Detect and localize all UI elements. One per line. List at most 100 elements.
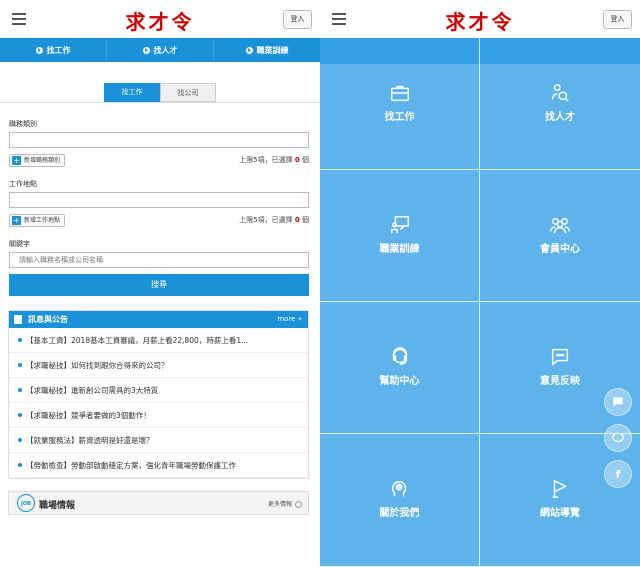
job-category-label: 職務類別 [9, 120, 37, 128]
search-button[interactable]: 搜尋 [9, 274, 309, 296]
quota-count: 0 [294, 216, 300, 224]
home-page: 求才令 登入 找工作 找人才 職業訓練 找工作 找公司 職務類別 + 新增職務類別… [0, 0, 320, 567]
quota-text: 上限5項，已選擇 [239, 216, 293, 224]
search-tabs: 找工作 找公司 [104, 83, 320, 102]
news-item[interactable]: 【基本工資】2018基本工資審議，月薪上看22,800，時薪上看1... [9, 328, 308, 353]
arrow-circle-icon [295, 501, 302, 508]
quota-text: 上限5項，已選擇 [239, 156, 293, 164]
quota-unit: 個 [302, 156, 309, 164]
news-item[interactable]: 【求職秘技】如何找到跟你合得來的公司？ [9, 353, 308, 378]
nav-label: 職業訓練 [256, 45, 289, 55]
play-dot-icon [142, 46, 150, 54]
menu-tile-find-job[interactable]: 找工作 [320, 38, 480, 170]
add-location-button[interactable]: + 新增工作地點 [9, 213, 66, 227]
play-dot-icon [245, 46, 253, 54]
bullet-icon [18, 413, 22, 417]
tab-find-company[interactable]: 找公司 [160, 83, 216, 102]
category-quota: 上限5項，已選擇 0 個 [239, 155, 309, 165]
menu-tile-label: 意見反映 [540, 376, 580, 387]
menu-open-page: 求才令 登入 找工作 找人才 職業訓練 會員中心 幫助中心 意見反映 關於我們 … [320, 0, 640, 567]
bullet-icon [18, 438, 22, 442]
menu-tile-find-talent[interactable]: 找人才 [480, 38, 640, 170]
menu-tile-label: 關於我們 [379, 508, 420, 519]
news-text: 【求職秘技】競爭者要做的3個動作！ [26, 410, 151, 420]
menu-tile-about[interactable]: 關於我們 [320, 434, 480, 567]
nav-find-job[interactable]: 找工作 [0, 38, 107, 62]
header: 求才令 登入 [320, 0, 640, 38]
news-text: 【基本工資】2018基本工資審議，月薪上看22,800，時薪上看1... [26, 335, 249, 345]
quota-unit: 個 [302, 216, 309, 224]
news-item[interactable]: 【就業服務法】薪資透明是好還是壞？ [9, 428, 308, 453]
job-icon: JOB [17, 494, 35, 512]
nav-label: 找人才 [153, 45, 178, 55]
line-icon[interactable] [604, 424, 632, 452]
news-text: 【勞動檢查】勞動部啟動穩定方案，強化青年職場勞動保護工作 [26, 460, 236, 470]
more-text: 更多情報 [267, 501, 292, 508]
job-market-panel: JOB 職場情報 更多情報 [8, 491, 309, 515]
bullet-icon [18, 338, 22, 342]
feedback-icon [551, 348, 569, 366]
location-quota: 上限5項，已選擇 0 個 [239, 215, 309, 225]
job-market-title: 職場情報 [39, 501, 76, 511]
menu-tile-members[interactable]: 會員中心 [480, 170, 640, 302]
menu-tile-help[interactable]: 幫助中心 [320, 302, 480, 434]
menu-tile-sitemap[interactable]: 網站導覽 [480, 434, 640, 567]
nav-training[interactable]: 職業訓練 [214, 38, 320, 62]
plus-icon: + [12, 216, 21, 225]
location-label: 工作地點 [9, 180, 37, 188]
briefcase-icon [390, 85, 409, 102]
person-search-icon [551, 84, 569, 102]
login-button[interactable]: 登入 [603, 10, 632, 29]
menu-tile-training[interactable]: 職業訓練 [320, 170, 480, 302]
login-button[interactable]: 登入 [283, 10, 312, 29]
keyword-label: 關鍵字 [9, 240, 30, 248]
news-text: 【就業服務法】薪資透明是好還是壞？ [26, 435, 154, 445]
members-icon [550, 217, 570, 234]
news-title: 訊息與公告 [28, 315, 68, 324]
bullet-icon [18, 363, 22, 367]
facebook-icon[interactable]: f [604, 460, 632, 488]
news-item[interactable]: 【求職秘技】競爭者要做的3個動作！ [9, 403, 308, 428]
menu-tile-label: 職業訓練 [379, 244, 420, 255]
location-row: + 新增工作地點 上限5項，已選擇 0 個 [9, 213, 309, 227]
news-item[interactable]: 【求職秘技】進新創公司需具的3大特質 [9, 378, 308, 403]
job-category-input[interactable] [9, 132, 309, 148]
site-logo[interactable]: 求才令 [0, 6, 320, 35]
help-icon [392, 347, 407, 366]
menu-tile-label: 幫助中心 [379, 376, 420, 387]
menu-tile-label: 網站導覽 [540, 508, 580, 519]
nav-find-talent[interactable]: 找人才 [107, 38, 214, 62]
plus-icon: + [12, 156, 21, 165]
news-text: 【求職秘技】進新創公司需具的3大特質 [26, 385, 159, 395]
bullet-icon [18, 463, 22, 467]
category-row: + 新增職務類別 上限5項，已選擇 0 個 [9, 153, 309, 167]
speaker-icon [14, 315, 22, 324]
bullet-icon [18, 388, 22, 392]
news-panel: 訊息與公告 more » 【基本工資】2018基本工資審議，月薪上看22,800… [8, 310, 309, 479]
flag-icon [552, 479, 568, 498]
location-input[interactable] [9, 192, 309, 208]
nav-label: 找工作 [46, 45, 71, 55]
menu-overlay: 找工作 找人才 職業訓練 會員中心 幫助中心 意見反映 關於我們 網站導覽 [320, 38, 640, 567]
chat-icon[interactable] [604, 388, 632, 416]
training-icon [390, 216, 409, 234]
job-market-more-link[interactable]: 更多情報 [268, 499, 302, 508]
menu-tile-label: 找人才 [545, 112, 575, 123]
about-icon [391, 481, 406, 497]
btn-label: 新增職務類別 [24, 156, 61, 164]
add-category-button[interactable]: + 新增職務類別 [9, 153, 66, 167]
menu-tile-label: 找工作 [384, 112, 415, 123]
site-logo[interactable]: 求才令 [320, 6, 640, 35]
news-header: 訊息與公告 more » [9, 311, 308, 328]
main-nav: 找工作 找人才 職業訓練 [0, 38, 320, 62]
tab-find-job[interactable]: 找工作 [104, 83, 160, 102]
btn-label: 新增工作地點 [24, 216, 61, 224]
news-more-link[interactable]: more » [277, 315, 302, 323]
quota-count: 0 [294, 156, 300, 164]
header: 求才令 登入 [0, 0, 320, 38]
news-text: 【求職秘技】如何找到跟你合得來的公司？ [26, 360, 169, 370]
news-item[interactable]: 【勞動檢查】勞動部啟動穩定方案，強化青年職場勞動保護工作 [9, 453, 308, 478]
menu-tile-label: 會員中心 [540, 244, 580, 255]
keyword-input[interactable]: 請輸入職務名稱或公司名稱 [9, 252, 309, 268]
play-dot-icon [35, 46, 43, 54]
